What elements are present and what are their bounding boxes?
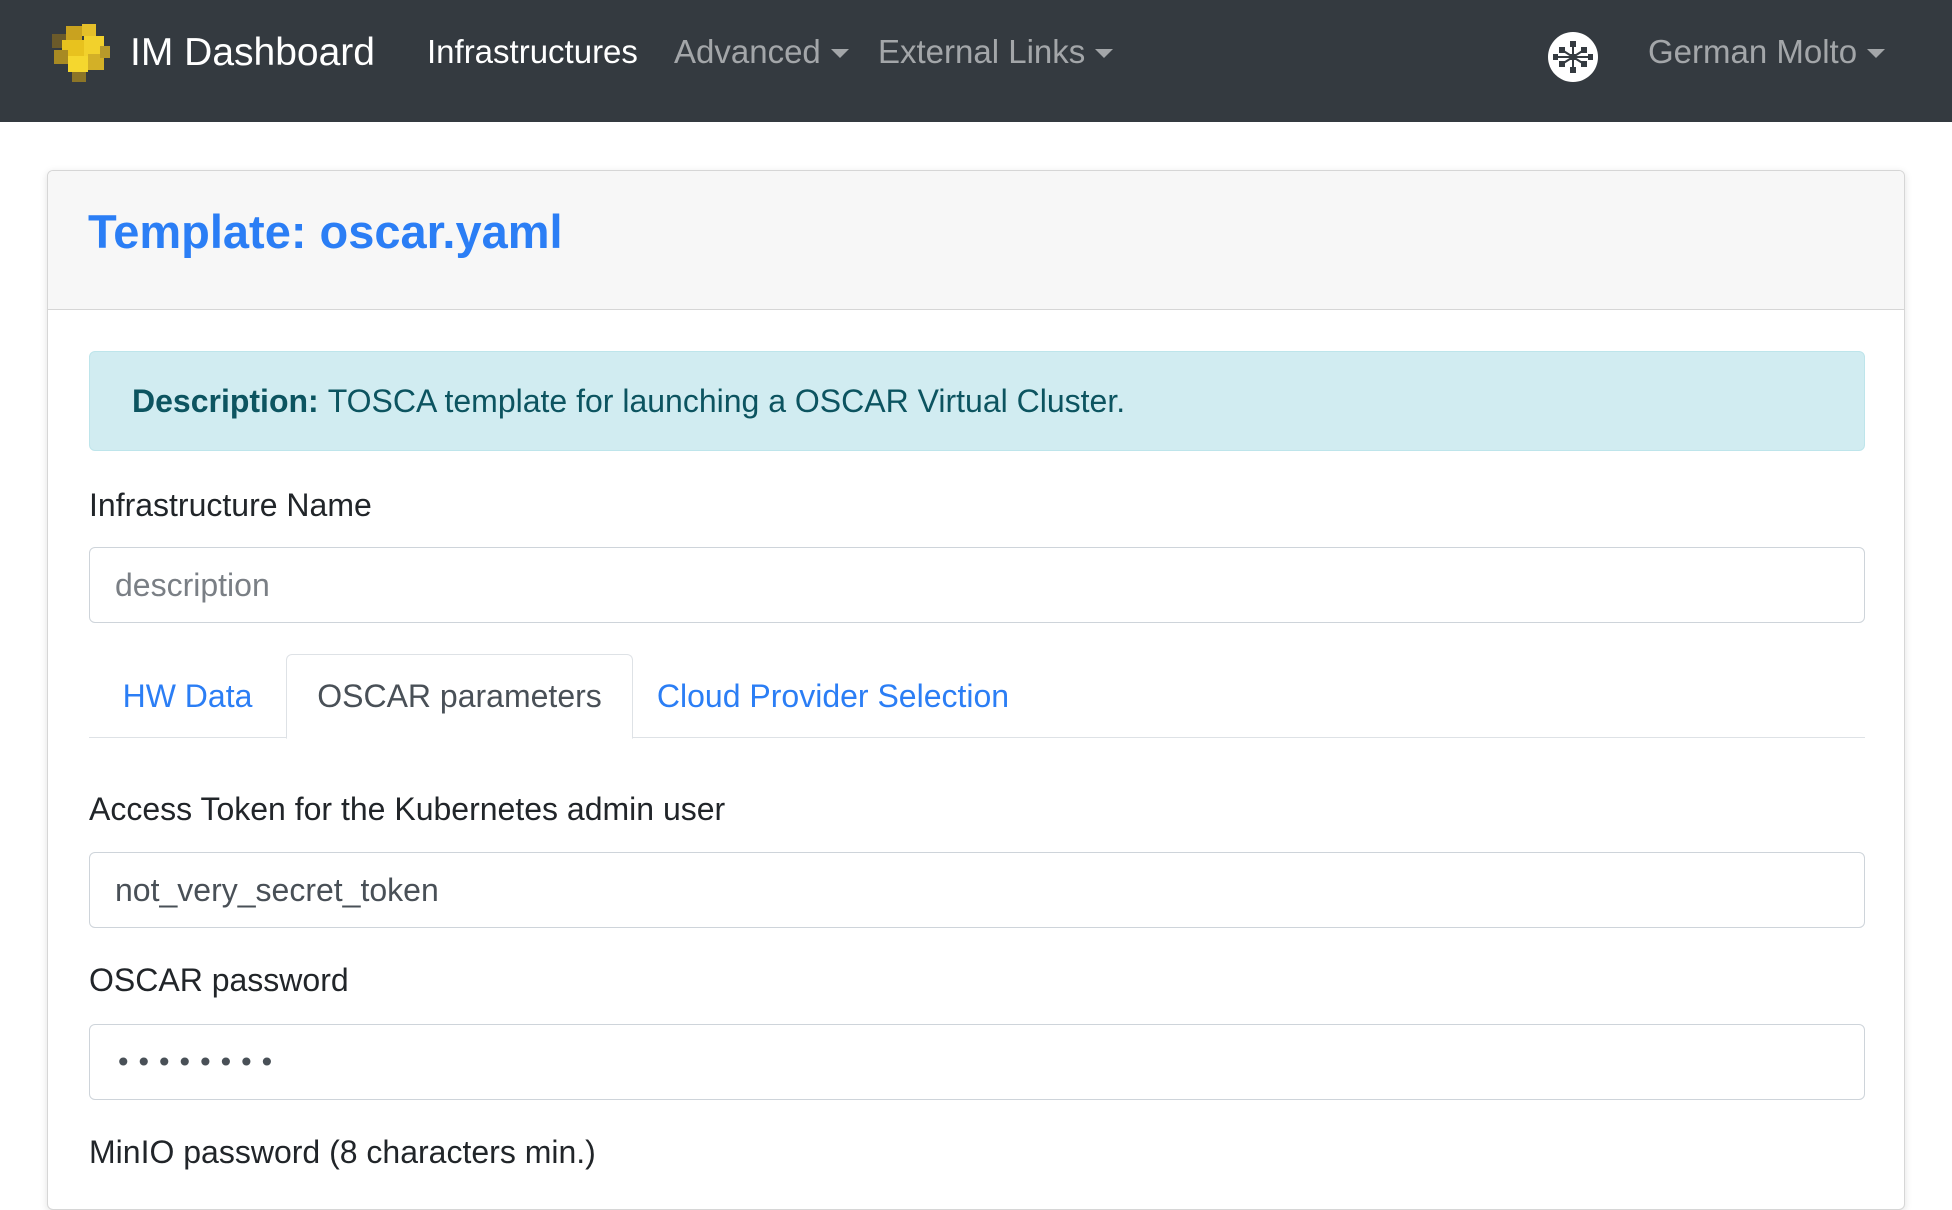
minio-password-label: MinIO password (8 characters min.) [89,1134,596,1170]
template-tabs: HW Data OSCAR parameters Cloud Provider … [89,654,1865,739]
access-token-label: Access Token for the Kubernetes admin us… [89,791,726,827]
egi-checkin-icon[interactable] [1546,30,1600,84]
top-navbar: IM Dashboard Infrastructures Advanced Ex… [0,0,1952,122]
nav-advanced-label: Advanced [674,33,821,70]
nav-external-links-dropdown[interactable]: External Links [878,33,1114,71]
nav-user-dropdown[interactable]: German Molto [1648,33,1886,71]
card-header: Template: oscar.yaml [48,171,1904,310]
chevron-down-icon [1867,48,1886,58]
template-card: Template: oscar.yaml Description: TOSCA … [47,170,1905,1210]
nav-user-label: German Molto [1648,33,1858,70]
tab-hw-data[interactable]: HW Data [89,654,286,738]
infrastructure-name-input[interactable] [89,547,1865,623]
im-logo-icon [44,20,116,86]
description-text: TOSCA template for launching a OSCAR Vir… [327,382,1126,419]
oscar-password-input[interactable] [89,1024,1865,1100]
nav-infrastructures[interactable]: Infrastructures [427,33,638,71]
page-title: Template: oscar.yaml [88,205,563,258]
tab-oscar-parameters[interactable]: OSCAR parameters [286,654,633,739]
nav-external-links-label: External Links [878,33,1086,70]
access-token-input[interactable] [89,852,1865,928]
infrastructure-name-label: Infrastructure Name [89,487,372,523]
nav-advanced-dropdown[interactable]: Advanced [674,33,849,71]
description-alert: Description: TOSCA template for launchin… [89,351,1865,451]
chevron-down-icon [1095,48,1114,58]
brand-link[interactable]: IM Dashboard [44,20,375,86]
brand-name: IM Dashboard [130,31,375,74]
nav-infrastructures-label: Infrastructures [427,33,638,70]
description-label: Description: [132,382,319,419]
tab-cloud-provider-selection[interactable]: Cloud Provider Selection [633,654,1033,738]
chevron-down-icon [830,48,849,58]
oscar-password-label: OSCAR password [89,962,349,998]
